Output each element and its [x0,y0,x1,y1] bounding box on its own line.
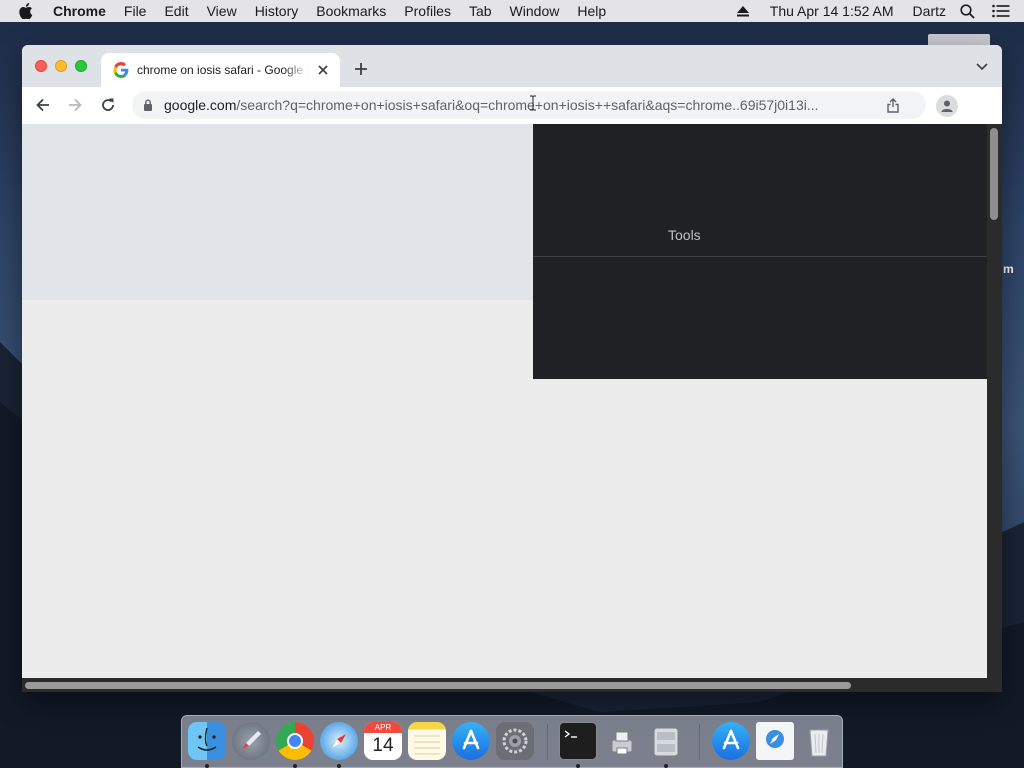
system-preferences-icon[interactable] [496,722,534,760]
tab-close-icon[interactable] [315,62,331,78]
dock-separator [547,724,548,760]
automator-icon[interactable] [603,722,641,760]
menu-bar: Chrome File Edit View History Bookmarks … [0,0,1024,22]
menu-tab[interactable]: Tab [469,3,492,19]
url-text[interactable]: google.com/search?q=chrome+on+iosis+safa… [164,97,854,113]
safari-icon[interactable] [320,722,358,760]
chrome-running-indicator [293,764,297,768]
safari-running-indicator [337,764,341,768]
browser-toolbar: google.com/search?q=chrome+on+iosis+safa… [22,87,1002,124]
menu-app-name[interactable]: Chrome [53,3,106,19]
back-arrow-icon[interactable] [34,96,52,114]
horizontal-scroll-thumb[interactable] [25,682,851,689]
dock: APR 14 [181,715,843,768]
share-icon[interactable] [886,98,900,113]
page-content: Tools [22,124,1002,692]
forward-arrow-icon[interactable] [66,96,84,114]
window-zoom-button[interactable] [75,60,87,72]
calendar-icon[interactable]: APR 14 [364,722,402,760]
profile-avatar-icon[interactable] [936,95,958,117]
tab-title: chrome on iosis safari - Google Search [137,63,309,77]
menu-view[interactable]: View [207,3,237,19]
tab-strip: chrome on iosis safari - Google Search [22,45,1002,87]
window-close-button[interactable] [35,60,47,72]
menu-edit[interactable]: Edit [164,3,188,19]
menu-window[interactable]: Window [510,3,560,19]
horizontal-scrollbar[interactable] [22,678,987,692]
menu-history[interactable]: History [255,3,299,19]
menu-file[interactable]: File [124,3,147,19]
spotlight-search-icon[interactable] [960,3,978,19]
applications-folder-icon[interactable] [712,722,750,760]
search-tools-panel: Tools [533,124,987,379]
launchpad-icon[interactable] [232,722,270,760]
calendar-day: 14 [372,735,394,756]
trash-icon[interactable] [800,722,838,760]
lock-icon[interactable] [142,99,154,111]
text-cursor-icon [530,95,536,111]
vertical-scroll-thumb[interactable] [990,128,998,220]
url-path: /search?q=chrome+on+iosis+safari&oq=chro… [236,97,819,113]
app-store-icon[interactable] [452,722,490,760]
menu-bookmarks[interactable]: Bookmarks [316,3,386,19]
new-tab-icon[interactable] [353,61,369,77]
desktop-item-label: m [1003,262,1014,276]
url-host: google.com [164,97,237,113]
page-header-area [22,124,533,300]
panel-divider [533,256,987,257]
chrome-window: chrome on iosis safari - Google Search g… [22,45,1002,692]
downloads-stack-icon[interactable] [756,722,794,760]
vertical-scrollbar[interactable] [987,124,1002,692]
reload-icon[interactable] [99,96,117,114]
disk-utility-icon[interactable] [647,722,685,760]
tools-button[interactable]: Tools [668,227,701,243]
menubar-clock[interactable]: Thu Apr 14 1:52 AM [770,3,894,19]
calendar-month: APR [364,722,402,733]
terminal-icon[interactable] [559,722,597,760]
window-minimize-button[interactable] [55,60,67,72]
apple-menu-icon[interactable] [19,2,37,20]
disk-utility-running-indicator [664,764,668,768]
menubar-user[interactable]: Dartz [913,3,946,19]
chrome-icon[interactable] [276,722,314,760]
notes-icon[interactable] [408,722,446,760]
terminal-running-indicator [576,764,580,768]
google-favicon-icon [113,62,129,78]
notification-center-icon[interactable] [992,4,1012,18]
tab-active[interactable]: chrome on iosis safari - Google Search [101,53,340,87]
menu-profiles[interactable]: Profiles [404,3,451,19]
tab-search-chevron-icon[interactable] [976,63,988,71]
finder-running-indicator [205,764,209,768]
dock-separator [699,724,700,760]
eject-icon[interactable] [736,5,751,17]
finder-icon[interactable] [188,722,226,760]
menu-help[interactable]: Help [577,3,606,19]
